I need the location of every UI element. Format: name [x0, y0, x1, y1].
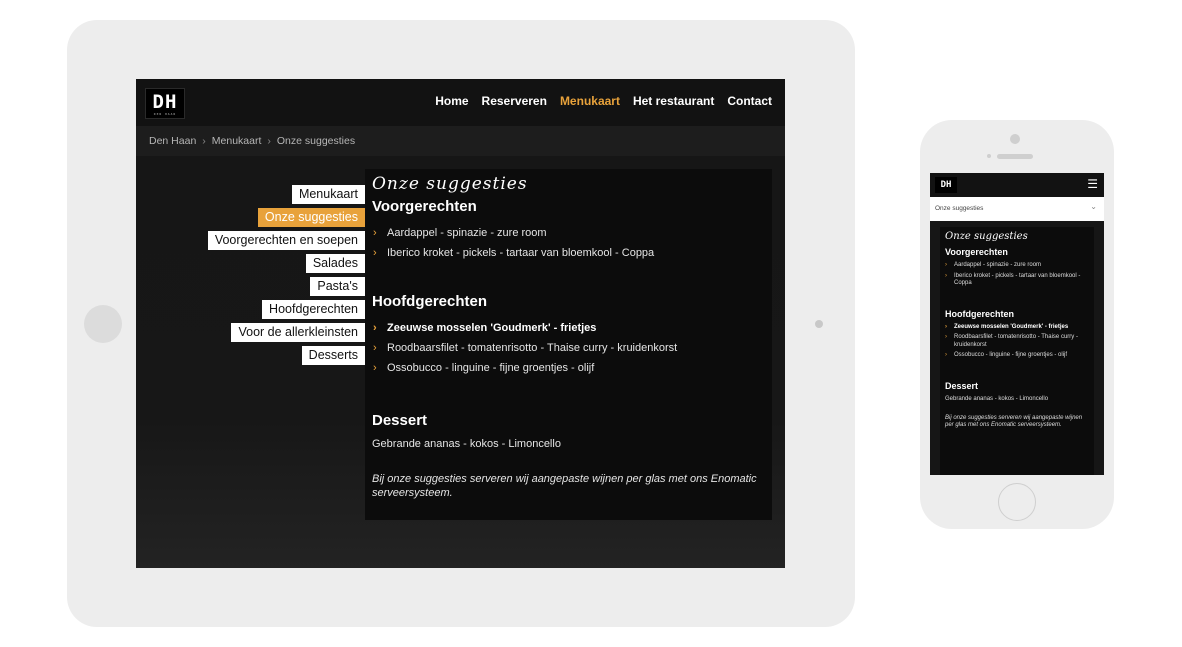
menu-content: Onze suggesties Voorgerechten Aardappel …	[365, 169, 772, 520]
phone-sensor	[987, 154, 991, 158]
list-item: Aardappel - spinazie - zure room	[945, 262, 1089, 270]
hoofdgerechten-list: Zeeuwse mosselen 'Goudmerk' - frietjes R…	[372, 318, 765, 378]
tablet-screen: DH DEN HAAN Home Reserveren Menukaart He…	[136, 79, 785, 568]
breadcrumb-den-haan[interactable]: Den Haan	[149, 135, 196, 147]
page-title: Onze suggesties	[372, 174, 528, 194]
breadcrumb-menukaart[interactable]: Menukaart	[212, 135, 262, 147]
tablet-home-button	[84, 305, 122, 343]
list-item: Zeeuwse mosselen 'Goudmerk' - frietjes	[945, 324, 1089, 332]
tablet-camera	[815, 320, 823, 328]
nav-home[interactable]: Home	[435, 94, 468, 108]
logo-text: DH	[152, 91, 178, 113]
dropdown-value: Onze suggesties	[935, 205, 984, 212]
main-nav: Home Reserveren Menukaart Het restaurant…	[435, 94, 772, 108]
logo[interactable]: DH DEN HAAN	[145, 88, 185, 119]
phone-screen: DH ☰ Onze suggesties ⌄ Onze suggesties V…	[930, 173, 1104, 475]
phone-home-button	[998, 483, 1036, 521]
voorgerechten-list: Aardappel - spinazie - zure room Iberico…	[372, 223, 765, 263]
phone-section-title-hoofdgerechten: Hoofdgerechten	[945, 308, 1015, 319]
phone-section-dropdown[interactable]: Onze suggesties ⌄	[930, 197, 1104, 221]
phone-page-title: Onze suggesties	[945, 231, 1028, 242]
list-item: Iberico kroket - pickels - tartaar van b…	[372, 243, 765, 263]
chevron-down-icon: ⌄	[1090, 202, 1097, 211]
section-title-dessert: Dessert	[372, 412, 428, 429]
logo-subtext: DEN HAAN	[153, 112, 177, 116]
list-item: Iberico kroket - pickels - tartaar van b…	[945, 273, 1089, 288]
breadcrumb-current: Onze suggesties	[276, 135, 356, 147]
phone-section-title-dessert: Dessert	[945, 380, 979, 391]
sidemenu-voorgerechten-en-soepen[interactable]: Voorgerechten en soepen	[207, 231, 365, 250]
top-navigation-bar: DH DEN HAAN Home Reserveren Menukaart He…	[136, 79, 785, 126]
sidemenu-hoofdgerechten[interactable]: Hoofdgerechten	[262, 300, 365, 319]
dessert-text: Gebrande ananas - kokos - Limoncello	[372, 438, 561, 450]
phone-dessert-text: Gebrande ananas - kokos - Limoncello	[945, 395, 1049, 402]
sidemenu-salades[interactable]: Salades	[305, 254, 365, 273]
section-title-voorgerechten: Voorgerechten	[372, 198, 477, 215]
wine-note: Bij onze suggesties serveren wij aangepa…	[372, 473, 757, 499]
section-title-hoofdgerechten: Hoofdgerechten	[372, 293, 488, 310]
phone-logo[interactable]: DH	[935, 177, 957, 193]
nav-contact[interactable]: Contact	[727, 94, 772, 108]
list-item: Zeeuwse mosselen 'Goudmerk' - frietjes	[372, 318, 765, 338]
nav-menukaart[interactable]: Menukaart	[560, 94, 620, 108]
nav-het-restaurant[interactable]: Het restaurant	[633, 94, 714, 108]
hamburger-icon[interactable]: ☰	[1087, 178, 1098, 190]
phone-camera	[1010, 134, 1020, 144]
breadcrumb: Den Haan › Menukaart › Onze suggesties	[149, 135, 355, 147]
sidemenu-menukaart[interactable]: Menukaart	[291, 185, 365, 204]
breadcrumb-separator: ›	[202, 135, 206, 147]
phone-speaker	[997, 154, 1033, 159]
phone-section-title-voorgerechten: Voorgerechten	[945, 247, 1008, 257]
sidemenu-desserts[interactable]: Desserts	[301, 346, 365, 365]
list-item: Roodbaarsfilet - tomatenrisotto - Thaise…	[372, 338, 765, 358]
sidemenu-voor-de-allerkleinsten[interactable]: Voor de allerkleinsten	[231, 323, 365, 342]
sidemenu-pastas[interactable]: Pasta's	[310, 277, 365, 296]
nav-reserveren[interactable]: Reserveren	[482, 94, 547, 108]
breadcrumb-separator: ›	[267, 135, 271, 147]
breadcrumb-bar: Den Haan › Menukaart › Onze suggesties	[136, 126, 785, 156]
phone-voorgerechten-list: Aardappel - spinazie - zure room Iberico…	[945, 262, 1089, 288]
sidemenu-onze-suggesties[interactable]: Onze suggesties	[257, 208, 365, 227]
phone-wine-note: Bij onze suggesties serveren wij aangepa…	[945, 414, 1083, 429]
list-item: Aardappel - spinazie - zure room	[372, 223, 765, 243]
phone-top-bar: DH ☰	[930, 173, 1104, 197]
list-item: Ossobucco - linguine - fijne groentjes -…	[372, 358, 765, 378]
phone-hoofdgerechten-list: Zeeuwse mosselen 'Goudmerk' - frietjes R…	[945, 324, 1089, 360]
list-item: Roodbaarsfilet - tomatenrisotto - Thaise…	[945, 334, 1089, 349]
phone-menu-content: Onze suggesties Voorgerechten Aardappel …	[940, 227, 1094, 475]
list-item: Ossobucco - linguine - fijne groentjes -…	[945, 352, 1089, 360]
